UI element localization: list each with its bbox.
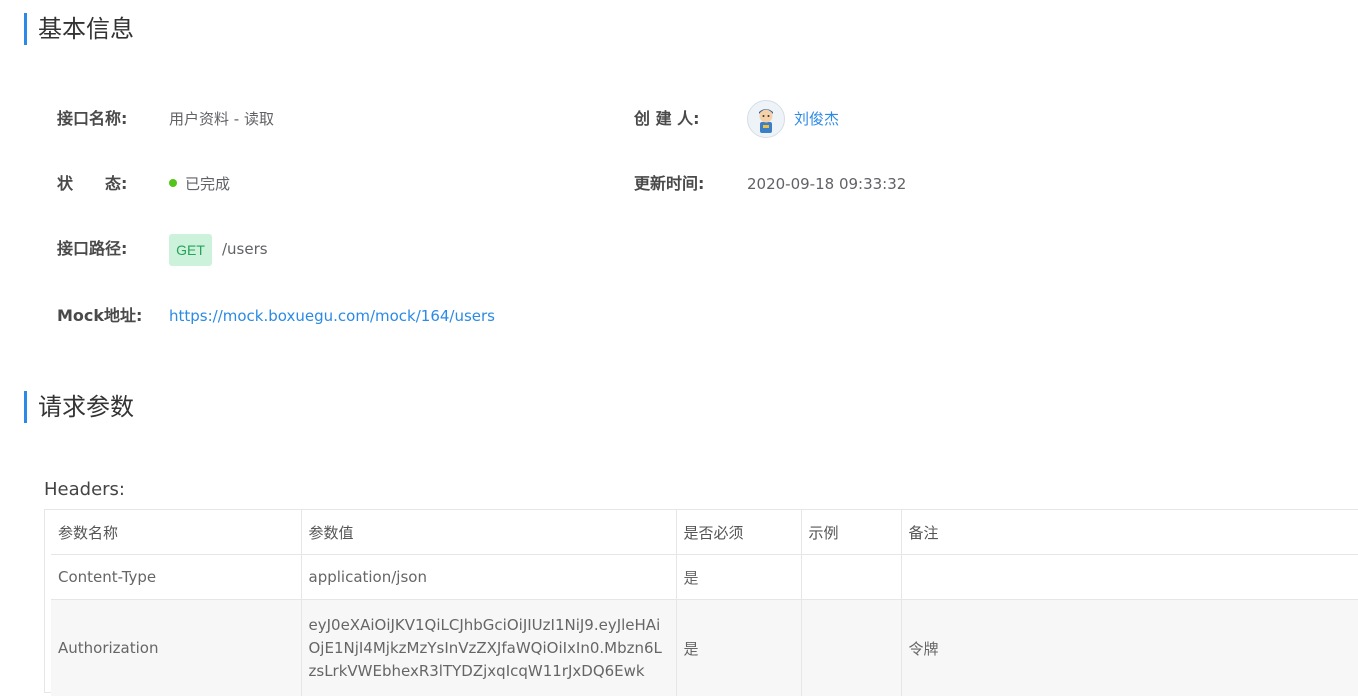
column-header-remark: 备注 (901, 510, 1358, 555)
column-header-required: 是否必须 (676, 510, 802, 555)
table-row: Content-Type application/json 是 (51, 554, 1358, 600)
mock-address-label: Mock地址: (57, 306, 143, 325)
headers-label: Headers: (44, 479, 125, 500)
cell-param-value: application/json (301, 554, 677, 600)
section-title-request-params: 请求参数 (24, 391, 134, 423)
column-header-example: 示例 (801, 510, 902, 555)
updated-time-value: 2020-09-18 09:33:32 (747, 175, 907, 193)
creator-link[interactable]: 刘俊杰 (794, 109, 839, 129)
table-row: Authorization eyJ0eXAiOiJKV1QiLCJhbGciOi… (51, 599, 1358, 696)
creator-label: 创 建 人: (634, 109, 700, 128)
api-name-value: 用户资料 - 读取 (169, 110, 274, 128)
status-label: 状 态: (57, 174, 128, 193)
user-avatar-icon[interactable] (747, 100, 785, 138)
status-dot-icon (169, 179, 177, 187)
cell-remark: 令牌 (901, 599, 1358, 696)
api-path-label: 接口路径: (57, 239, 128, 258)
table-header-row: 参数名称 参数值 是否必须 示例 备注 (51, 510, 1358, 555)
cell-param-name: Authorization (51, 599, 302, 696)
http-method-tag: GET (169, 234, 212, 266)
mock-address-link[interactable]: https://mock.boxuegu.com/mock/164/users (169, 306, 495, 326)
cell-required: 是 (676, 599, 802, 696)
column-header-param-name: 参数名称 (51, 510, 302, 555)
status-value: 已完成 (169, 174, 230, 194)
headers-table: 参数名称 参数值 是否必须 示例 备注 Content-Type applica… (44, 509, 1358, 696)
cell-param-value: eyJ0eXAiOiJKV1QiLCJhbGciOiJIUzI1NiJ9.eyJ… (301, 599, 677, 696)
cell-example (801, 554, 902, 600)
status-text: 已完成 (185, 175, 231, 193)
cell-example (801, 599, 902, 696)
cell-param-name: Content-Type (51, 554, 302, 600)
section-title-basic-info: 基本信息 (24, 13, 134, 45)
column-header-param-value: 参数值 (301, 510, 677, 555)
cell-required: 是 (676, 554, 802, 600)
api-path-value: /users (222, 240, 268, 258)
updated-time-label: 更新时间: (634, 174, 705, 193)
cell-remark (901, 554, 1358, 600)
api-name-label: 接口名称: (57, 109, 128, 128)
